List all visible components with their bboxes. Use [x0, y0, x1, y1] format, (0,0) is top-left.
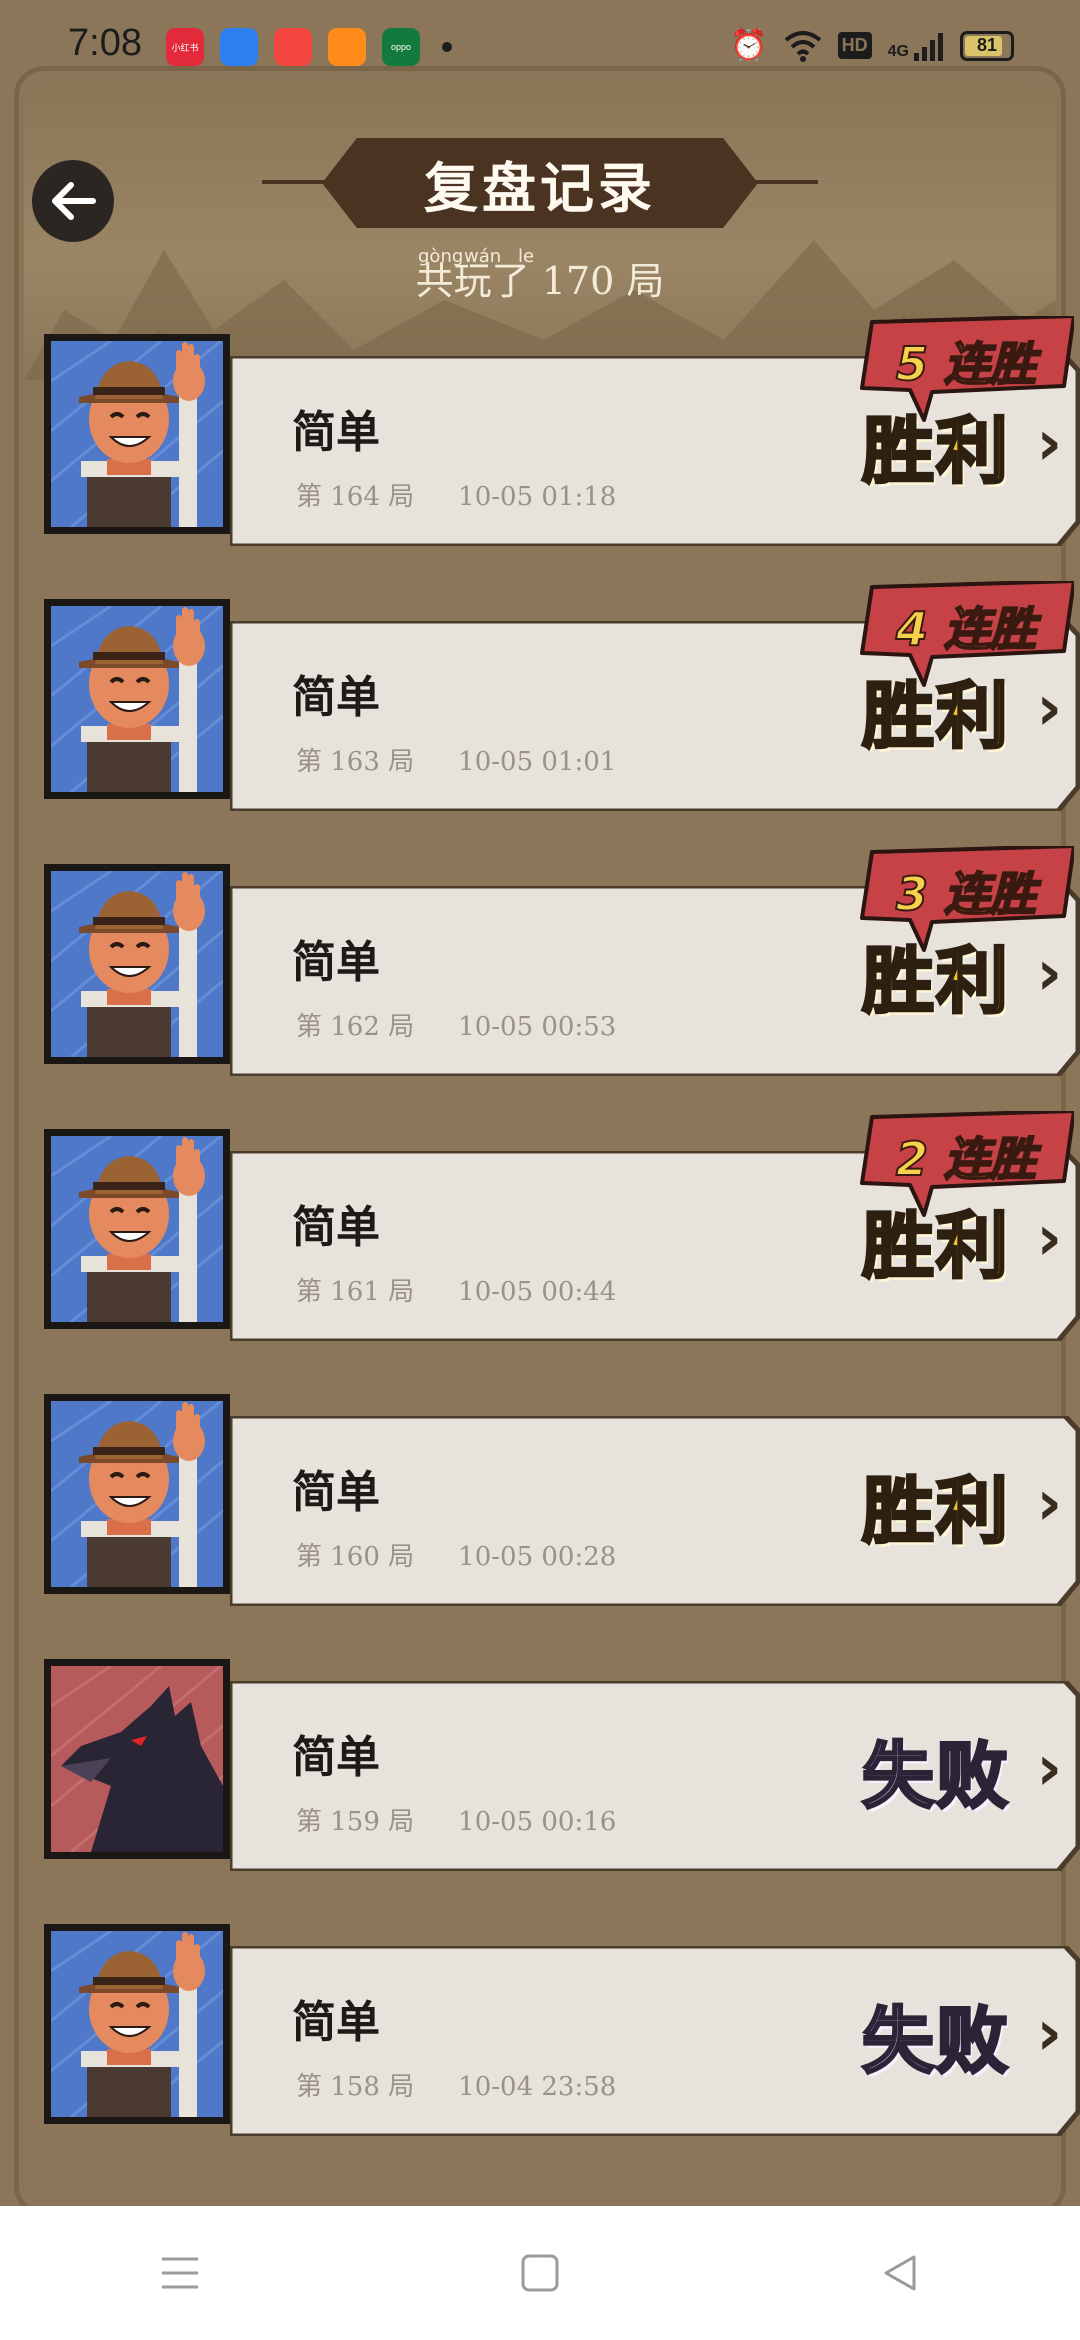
record-meta: 第 161 局 10-05 00:44 — [296, 1271, 616, 1308]
game-datetime: 10-05 00:53 — [458, 1012, 617, 1042]
chevron-right-icon: › — [1036, 1731, 1062, 1804]
system-nav-bar — [0, 2206, 1080, 2340]
difficulty-label: 简单 — [292, 407, 380, 458]
game-number: 第 160 局 — [296, 1542, 415, 1572]
back-nav-button[interactable] — [855, 2228, 945, 2318]
game-datetime: 10-05 00:28 — [458, 1542, 617, 1572]
record-card[interactable]: 简单第 160 局 10-05 00:28 胜利 › — [230, 1416, 1080, 1606]
record-meta: 第 159 局 10-05 00:16 — [296, 1801, 616, 1838]
triangle-back-icon — [884, 2255, 916, 2291]
game-number: 第 161 局 — [296, 1277, 415, 1307]
camera-app-icon — [328, 28, 366, 66]
chevron-right-icon: › — [1036, 1996, 1062, 2069]
signal-icon: 4G — [888, 31, 944, 61]
record-row[interactable]: 简单第 159 局 10-05 00:16 失败 › — [44, 1659, 1080, 1871]
difficulty-label: 简单 — [292, 1997, 380, 2048]
game-number: 第 159 局 — [296, 1807, 415, 1837]
win-streak-badge: 3 连胜 — [858, 846, 1074, 952]
farmer-avatar — [44, 599, 230, 799]
chevron-right-icon: › — [1036, 1466, 1062, 1539]
record-meta: 第 164 局 10-05 01:18 — [296, 476, 616, 513]
win-streak-badge: 2 连胜 — [858, 1111, 1074, 1217]
record-meta: 第 163 局 10-05 01:01 — [296, 741, 616, 778]
home-nav-button[interactable] — [495, 2228, 585, 2318]
record-row[interactable]: 简单第 163 局 10-05 01:01 胜利 › 4 连胜 — [44, 581, 1080, 811]
difficulty-label: 简单 — [292, 937, 380, 988]
record-row[interactable]: 简单第 162 局 10-05 00:53 胜利 › 3 连胜 — [44, 846, 1080, 1076]
farmer-avatar — [44, 1129, 230, 1329]
win-streak-text: 2 连胜 — [895, 1131, 1037, 1187]
result-lose-label: 失败 — [860, 1733, 1010, 1820]
alarm-icon: ⏰ — [730, 29, 768, 62]
record-row[interactable]: 简单第 161 局 10-05 00:44 胜利 › 2 连胜 — [44, 1111, 1080, 1341]
farmer-avatar — [44, 334, 230, 534]
more-notifications-dot — [442, 42, 452, 52]
notification-icons: 小红书 oppo — [166, 28, 452, 66]
win-streak-text: 4 连胜 — [895, 601, 1037, 657]
win-streak-text: 5 连胜 — [895, 336, 1037, 392]
record-card[interactable]: 简单第 159 局 10-05 00:16 失败 › — [230, 1681, 1080, 1871]
menu-icon — [162, 2257, 198, 2289]
record-card[interactable]: 简单第 158 局 10-04 23:58 失败 › — [230, 1946, 1080, 2136]
xiaohongshu-app-icon: 小红书 — [166, 28, 204, 66]
difficulty-label: 简单 — [292, 1732, 380, 1783]
game-datetime: 10-05 01:01 — [458, 747, 617, 777]
win-streak-badge: 5 连胜 — [858, 316, 1074, 422]
wifi-icon — [784, 30, 821, 62]
record-row[interactable]: 简单第 158 局 10-04 23:58 失败 › — [44, 1924, 1080, 2136]
arrow-left-icon — [52, 182, 96, 220]
back-button[interactable] — [32, 160, 114, 242]
menu-nav-button[interactable] — [135, 2228, 225, 2318]
record-row[interactable]: 简单第 160 局 10-05 00:28 胜利 › — [44, 1394, 1080, 1606]
game-number: 第 162 局 — [296, 1012, 415, 1042]
title-banner: 复盘记录 — [322, 138, 758, 228]
game-number: 第 163 局 — [296, 747, 415, 777]
browser-app-icon — [220, 28, 258, 66]
record-meta: 第 158 局 10-04 23:58 — [296, 2066, 616, 2103]
game-number: 第 164 局 — [296, 482, 415, 512]
hd-voice-icon: HD — [837, 32, 872, 59]
games-played-count: 共玩了 170 局 — [415, 259, 665, 303]
battery-icon: 81 — [960, 30, 1014, 61]
difficulty-label: 简单 — [292, 1202, 380, 1253]
win-streak-badge: 4 连胜 — [858, 581, 1074, 687]
record-row[interactable]: 简单第 164 局 10-05 01:18 胜利 › 5 连胜 — [44, 316, 1080, 546]
farmer-avatar — [44, 1394, 230, 1594]
difficulty-label: 简单 — [292, 672, 380, 723]
oppo-app-icon: oppo — [382, 28, 420, 66]
win-streak-text: 3 连胜 — [895, 866, 1037, 922]
status-indicators: ⏰ HD 4G 81 — [730, 28, 1014, 63]
difficulty-label: 简单 — [292, 1467, 380, 1518]
result-win-label: 胜利 — [860, 1468, 1010, 1555]
video-app-icon — [274, 28, 312, 66]
farmer-avatar — [44, 864, 230, 1064]
wolf-avatar — [44, 1659, 230, 1859]
game-datetime: 10-05 01:18 — [458, 482, 617, 512]
game-datetime: 10-05 00:44 — [458, 1277, 617, 1307]
game-datetime: 10-05 00:16 — [458, 1807, 617, 1837]
home-square-icon — [521, 2254, 559, 2292]
record-meta: 第 162 局 10-05 00:53 — [296, 1006, 616, 1043]
game-number: 第 158 局 — [296, 2072, 415, 2102]
farmer-avatar — [44, 1924, 230, 2124]
status-time: 7:08 — [68, 22, 142, 64]
game-datetime: 10-04 23:58 — [458, 2072, 617, 2102]
record-meta: 第 160 局 10-05 00:28 — [296, 1536, 616, 1573]
result-lose-label: 失败 — [860, 1998, 1010, 2085]
page-title: 复盘记录 — [424, 155, 656, 220]
